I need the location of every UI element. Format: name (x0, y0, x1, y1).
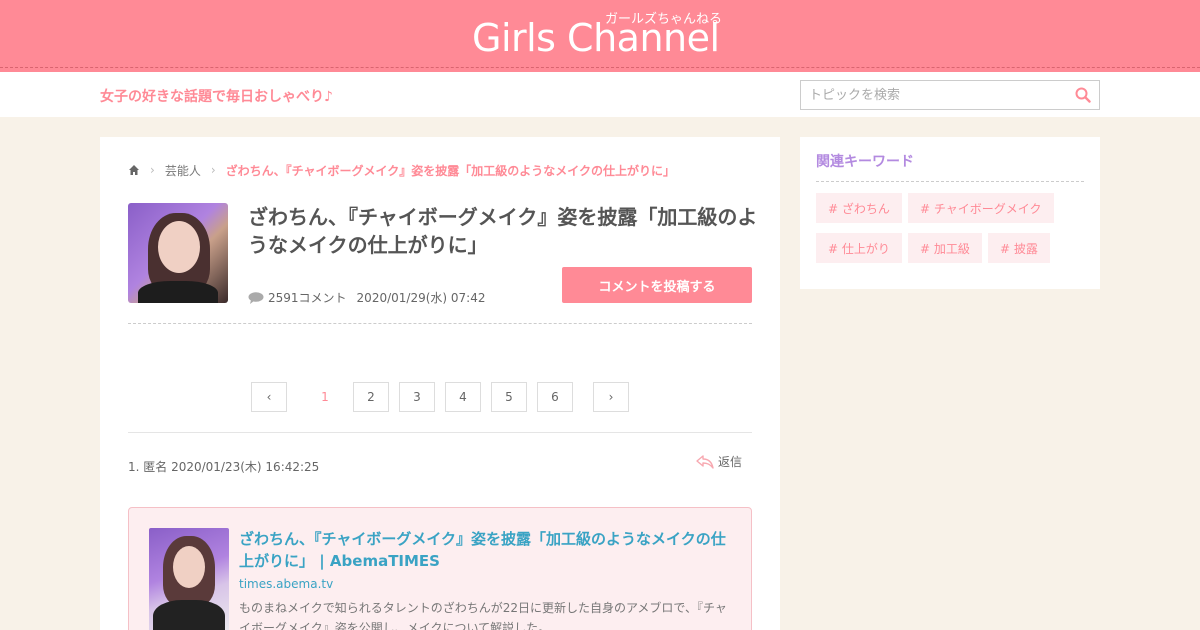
divider (128, 323, 752, 324)
speech-bubble-icon (248, 291, 264, 304)
home-icon[interactable] (128, 164, 140, 176)
page-3-button[interactable]: 3 (399, 382, 435, 412)
topic-meta: 2591コメント 2020/01/29(水) 07:42 (248, 289, 485, 306)
card-thumb-shirt (153, 600, 225, 630)
main-content: › 芸能人 › ざわちん、『チャイボーグメイク』姿を披露「加工級のようなメイクの… (100, 137, 780, 630)
search-input[interactable] (801, 81, 1069, 109)
thumb-shirt (138, 281, 218, 303)
thumb-face (158, 221, 200, 273)
card-description: ものまねメイクで知られるタレントのざわちんが22日に更新した自身のアメブロで、『… (239, 601, 727, 630)
topic-date: 2020/01/29(水) 07:42 (356, 291, 486, 305)
chevron-right-icon: › (210, 163, 216, 177)
page-1-button[interactable]: 1 (307, 382, 343, 412)
keyword-tag[interactable]: # 仕上がり (816, 233, 902, 263)
comment-count: 2591コメント (268, 291, 347, 305)
search-icon[interactable] (1075, 87, 1091, 103)
page-5-button[interactable]: 5 (491, 382, 527, 412)
next-page-button[interactable]: › (593, 382, 629, 412)
logo-text: Girls Channel (472, 16, 720, 60)
prev-page-button[interactable]: ‹ (251, 382, 287, 412)
comment-header: 1. 匿名 2020/01/23(木) 16:42:25 (128, 460, 320, 474)
breadcrumb: › 芸能人 › ざわちん、『チャイボーグメイク』姿を披露「加工級のようなメイクの… (128, 162, 676, 179)
divider (816, 181, 1084, 182)
search-box (800, 80, 1100, 110)
site-logo[interactable]: ガールズちゃんねる Girls Channel (0, 0, 1200, 72)
card-domain: times.abema.tv (239, 577, 334, 591)
card-title[interactable]: ざわちん、『チャイボーグメイク』姿を披露「加工級のようなメイクの仕上がりに」 |… (239, 528, 739, 572)
card-thumb-face (173, 546, 205, 588)
reply-arrow-icon (696, 454, 714, 469)
chevron-right-icon: › (150, 163, 155, 177)
page-6-button[interactable]: 6 (537, 382, 573, 412)
keyword-tag[interactable]: # ざわちん (816, 193, 902, 223)
reply-label: 返信 (718, 455, 743, 469)
post-comment-button[interactable]: コメントを投稿する (562, 267, 752, 303)
reply-button[interactable]: 返信 (696, 453, 742, 470)
page-4-button[interactable]: 4 (445, 382, 481, 412)
topic-title: ざわちん、『チャイボーグメイク』姿を披露「加工級のようなメイクの仕上がりに」 (248, 205, 758, 257)
sidebar: 関連キーワード # ざわちん # チャイボーグメイク # 仕上がり # 加工級 … (800, 137, 1100, 289)
breadcrumb-category[interactable]: 芸能人 (165, 162, 201, 179)
keyword-tag[interactable]: # チャイボーグメイク (908, 193, 1054, 223)
link-preview-card[interactable]: ざわちん、『チャイボーグメイク』姿を披露「加工級のようなメイクの仕上がりに」 |… (128, 507, 752, 630)
topic-thumbnail (128, 203, 228, 303)
divider (128, 432, 752, 433)
page-2-button[interactable]: 2 (353, 382, 389, 412)
keyword-tag[interactable]: # 披露 (988, 233, 1050, 263)
site-tagline: 女子の好きな話題で毎日おしゃべり♪ (100, 89, 333, 105)
keyword-tag[interactable]: # 加工級 (908, 233, 982, 263)
breadcrumb-current: ざわちん、『チャイボーグメイク』姿を披露「加工級のようなメイクの仕上がりに」 (225, 163, 676, 178)
related-keywords-title: 関連キーワード (816, 154, 914, 170)
card-thumbnail (149, 528, 229, 630)
